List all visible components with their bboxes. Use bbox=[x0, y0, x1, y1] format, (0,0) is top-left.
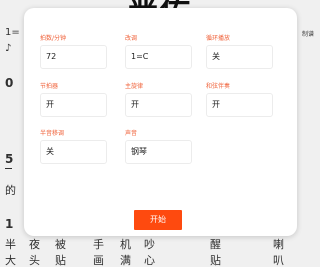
loop-playback-label: 循环播放 bbox=[206, 35, 231, 42]
tempo-field[interactable]: 72 bbox=[40, 45, 107, 69]
metronome-label: 节拍器 bbox=[40, 83, 59, 90]
start-button[interactable]: 开始 bbox=[134, 210, 182, 230]
chord-accompaniment-label: 和弦伴奏 bbox=[206, 83, 231, 90]
semitone-shift-field[interactable]: 关 bbox=[40, 140, 107, 164]
playback-settings-dialog: 拍数/分钟 72 改调 1=C 循环播放 关 节拍器 开 主旋律 开 和弦伴奏 … bbox=[24, 8, 297, 236]
loop-playback-field[interactable]: 关 bbox=[206, 45, 273, 69]
instrument-field[interactable]: 钢琴 bbox=[125, 140, 192, 164]
melody-label: 主旋律 bbox=[125, 83, 144, 90]
chord-accompaniment-field[interactable]: 开 bbox=[206, 93, 273, 117]
metronome-field[interactable]: 开 bbox=[40, 93, 107, 117]
transpose-key-field[interactable]: 1=C bbox=[125, 45, 192, 69]
tempo-label: 拍数/分钟 bbox=[40, 35, 67, 42]
semitone-shift-label: 半音移调 bbox=[40, 130, 65, 137]
instrument-label: 声音 bbox=[125, 130, 138, 137]
melody-field[interactable]: 开 bbox=[125, 93, 192, 117]
transpose-key-label: 改调 bbox=[125, 35, 138, 42]
